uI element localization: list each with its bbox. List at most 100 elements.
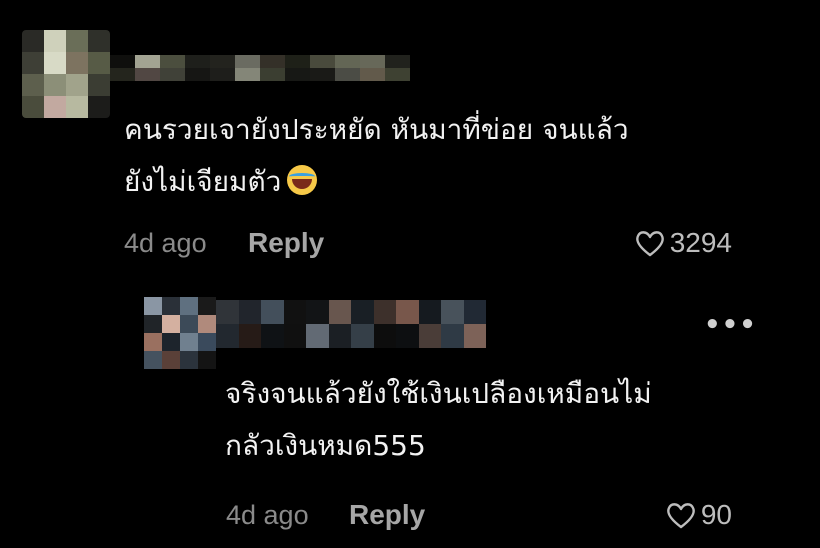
mosaic-tile [418, 324, 441, 348]
mosaic-tile [180, 297, 198, 315]
reply-button[interactable]: Reply [349, 499, 425, 531]
avatar[interactable] [144, 297, 216, 369]
mosaic-tile [306, 300, 329, 324]
mosaic-tile [396, 300, 419, 324]
reply-button[interactable]: Reply [248, 227, 324, 259]
mosaic-tile [22, 52, 44, 74]
mosaic-tile [88, 30, 110, 52]
like-count: 90 [700, 499, 732, 530]
mosaic-tile [44, 74, 66, 96]
comment-line: ยังไม่เจียมตัว [124, 156, 629, 208]
mosaic-tile [310, 55, 335, 68]
mosaic-tile [285, 55, 310, 68]
comment-text: คนรวยเจายังประหยัด หันมาที่ข่อย จนแล้ว ย… [124, 104, 629, 208]
mosaic-tile [66, 96, 88, 118]
mosaic-tile [396, 324, 419, 348]
mosaic-tile [441, 324, 464, 348]
comment-line: คนรวยเจายังประหยัด หันมาที่ข่อย จนแล้ว [124, 113, 629, 146]
mosaic-tile [328, 300, 351, 324]
like-button[interactable]: 90 [665, 499, 732, 531]
comment-line: กลัวเงินหมด555 [225, 429, 426, 462]
mosaic-tile [198, 351, 216, 369]
more-options-button[interactable]: ••• [704, 310, 757, 340]
mosaic-tile [285, 68, 310, 81]
mosaic-tile [418, 300, 441, 324]
mosaic-tile [283, 324, 306, 348]
mosaic-tile [351, 324, 374, 348]
mosaic-tile [210, 68, 235, 81]
mosaic-tile [135, 68, 160, 81]
username-blurred[interactable] [110, 55, 410, 81]
mosaic-tile [441, 300, 464, 324]
mosaic-tile [385, 55, 410, 68]
mosaic-tile [260, 55, 285, 68]
mosaic-tile [306, 324, 329, 348]
mosaic-tile [385, 68, 410, 81]
mosaic-tile [373, 300, 396, 324]
comment-text: จริงจนแล้วยังใช้เงินเปลืองเหมือนไม่ กลัว… [225, 368, 652, 472]
mosaic-tile [88, 52, 110, 74]
avatar[interactable] [22, 30, 110, 118]
mosaic-tile [335, 55, 360, 68]
mosaic-tile [66, 52, 88, 74]
mosaic-tile [66, 74, 88, 96]
mosaic-tile [373, 324, 396, 348]
mosaic-tile [180, 351, 198, 369]
mosaic-tile [144, 351, 162, 369]
mosaic-tile [110, 55, 135, 68]
mosaic-tile [22, 96, 44, 118]
mosaic-tile [160, 68, 185, 81]
mosaic-tile [235, 55, 260, 68]
mosaic-tile [162, 351, 180, 369]
username-blurred[interactable] [216, 300, 486, 348]
mosaic-tile [162, 333, 180, 351]
mosaic-tile [88, 74, 110, 96]
mosaic-tile [463, 300, 486, 324]
heart-icon [635, 231, 664, 257]
mosaic-tile [144, 333, 162, 351]
heart-icon [666, 503, 695, 529]
mosaic-tile [310, 68, 335, 81]
mosaic-tile [198, 315, 216, 333]
mosaic-tile [216, 324, 239, 348]
mosaic-tile [144, 315, 162, 333]
comment-age: 4d ago [226, 500, 309, 530]
mosaic-tile [360, 68, 385, 81]
mosaic-tile [360, 55, 385, 68]
mosaic-tile [88, 96, 110, 118]
mosaic-tile [238, 324, 261, 348]
mosaic-tile [238, 300, 261, 324]
comment-age: 4d ago [124, 228, 207, 258]
mosaic-tile [198, 333, 216, 351]
mosaic-tile [283, 300, 306, 324]
mosaic-tile [22, 30, 44, 52]
mosaic-tile [463, 324, 486, 348]
mosaic-tile [261, 324, 284, 348]
mosaic-tile [185, 68, 210, 81]
like-button[interactable]: 3294 [634, 227, 732, 259]
mosaic-tile [160, 55, 185, 68]
mosaic-tile [235, 68, 260, 81]
mosaic-tile [180, 333, 198, 351]
mosaic-tile [44, 30, 66, 52]
like-count: 3294 [669, 227, 732, 258]
laughing-tears-emoji-icon [287, 165, 318, 195]
mosaic-tile [351, 300, 374, 324]
mosaic-tile [44, 96, 66, 118]
mosaic-tile [335, 68, 360, 81]
mosaic-tile [44, 52, 66, 74]
mosaic-tile [210, 55, 235, 68]
comment-line: จริงจนแล้วยังใช้เงินเปลืองเหมือนไม่ [225, 377, 652, 410]
mosaic-tile [162, 297, 180, 315]
mosaic-tile [22, 74, 44, 96]
mosaic-tile [135, 55, 160, 68]
mosaic-tile [110, 68, 135, 81]
mosaic-tile [144, 297, 162, 315]
mosaic-tile [185, 55, 210, 68]
mosaic-tile [66, 30, 88, 52]
mosaic-tile [162, 315, 180, 333]
mosaic-tile [216, 300, 239, 324]
mosaic-tile [328, 324, 351, 348]
mosaic-tile [261, 300, 284, 324]
mosaic-tile [180, 315, 198, 333]
